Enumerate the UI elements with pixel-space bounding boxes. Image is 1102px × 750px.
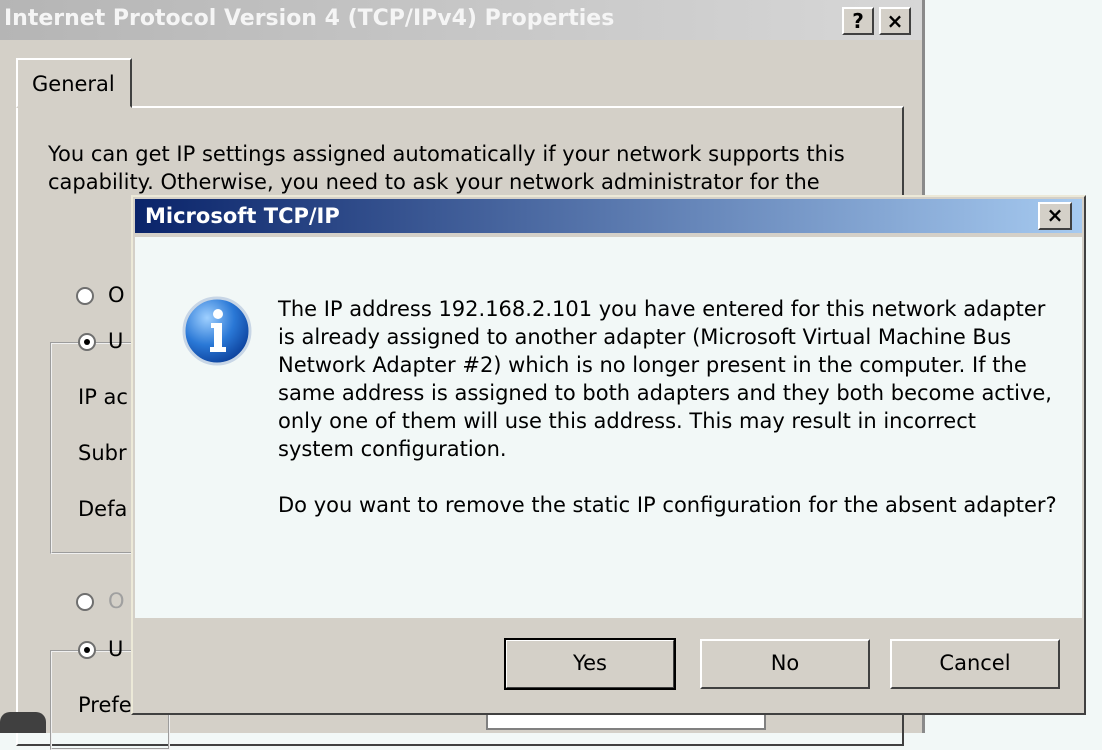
- obtain-dns-label: O: [108, 589, 125, 613]
- tab-general-label: General: [32, 72, 115, 96]
- remove-config-question: Do you want to remove the static IP conf…: [278, 493, 1057, 517]
- obtain-ip-automatically-radio[interactable]: [76, 287, 94, 305]
- ip-settings-description: You can get IP settings assigned automat…: [48, 142, 845, 194]
- preferred-dns-label: Prefe: [78, 693, 132, 717]
- use-following-ip-label: U: [108, 329, 124, 353]
- use-following-dns-label: U: [108, 637, 124, 661]
- no-button[interactable]: No: [700, 639, 870, 689]
- dialog-title: Microsoft TCP/IP: [145, 204, 340, 228]
- subnet-mask-label: Subr: [78, 441, 127, 465]
- use-following-ip-radio[interactable]: [78, 333, 96, 351]
- ip-address-label: IP ac: [78, 385, 128, 409]
- obtain-dns-automatically-radio[interactable]: [76, 593, 94, 611]
- ipv4-properties-title-bar[interactable]: Internet Protocol Version 4 (TCP/IPv4) P…: [0, 0, 922, 40]
- ipv4-properties-title: Internet Protocol Version 4 (TCP/IPv4) P…: [4, 6, 615, 31]
- cancel-button[interactable]: Cancel: [890, 639, 1060, 689]
- help-button[interactable]: ?: [842, 7, 874, 35]
- taskbar-corner: [0, 712, 46, 733]
- dialog-title-bar[interactable]: Microsoft TCP/IP ×: [135, 199, 1082, 233]
- tcpip-dialog: Microsoft TCP/IP × The IP address 192.16…: [131, 195, 1086, 715]
- yes-button[interactable]: Yes: [504, 638, 676, 690]
- obtain-ip-label: O: [108, 283, 125, 307]
- dialog-message: The IP address 192.168.2.101 you have en…: [278, 295, 1058, 519]
- duplicate-ip-warning: The IP address 192.168.2.101 you have en…: [278, 297, 1052, 461]
- dialog-button-bar: Yes No Cancel: [135, 618, 1082, 711]
- default-gateway-label: Defa: [78, 497, 128, 521]
- close-button[interactable]: ×: [879, 7, 911, 35]
- tab-general[interactable]: General: [16, 58, 132, 108]
- information-icon: [182, 296, 252, 366]
- use-following-dns-radio[interactable]: [78, 641, 96, 659]
- dialog-body: The IP address 192.168.2.101 you have en…: [135, 237, 1082, 618]
- dialog-close-button[interactable]: ×: [1038, 202, 1072, 230]
